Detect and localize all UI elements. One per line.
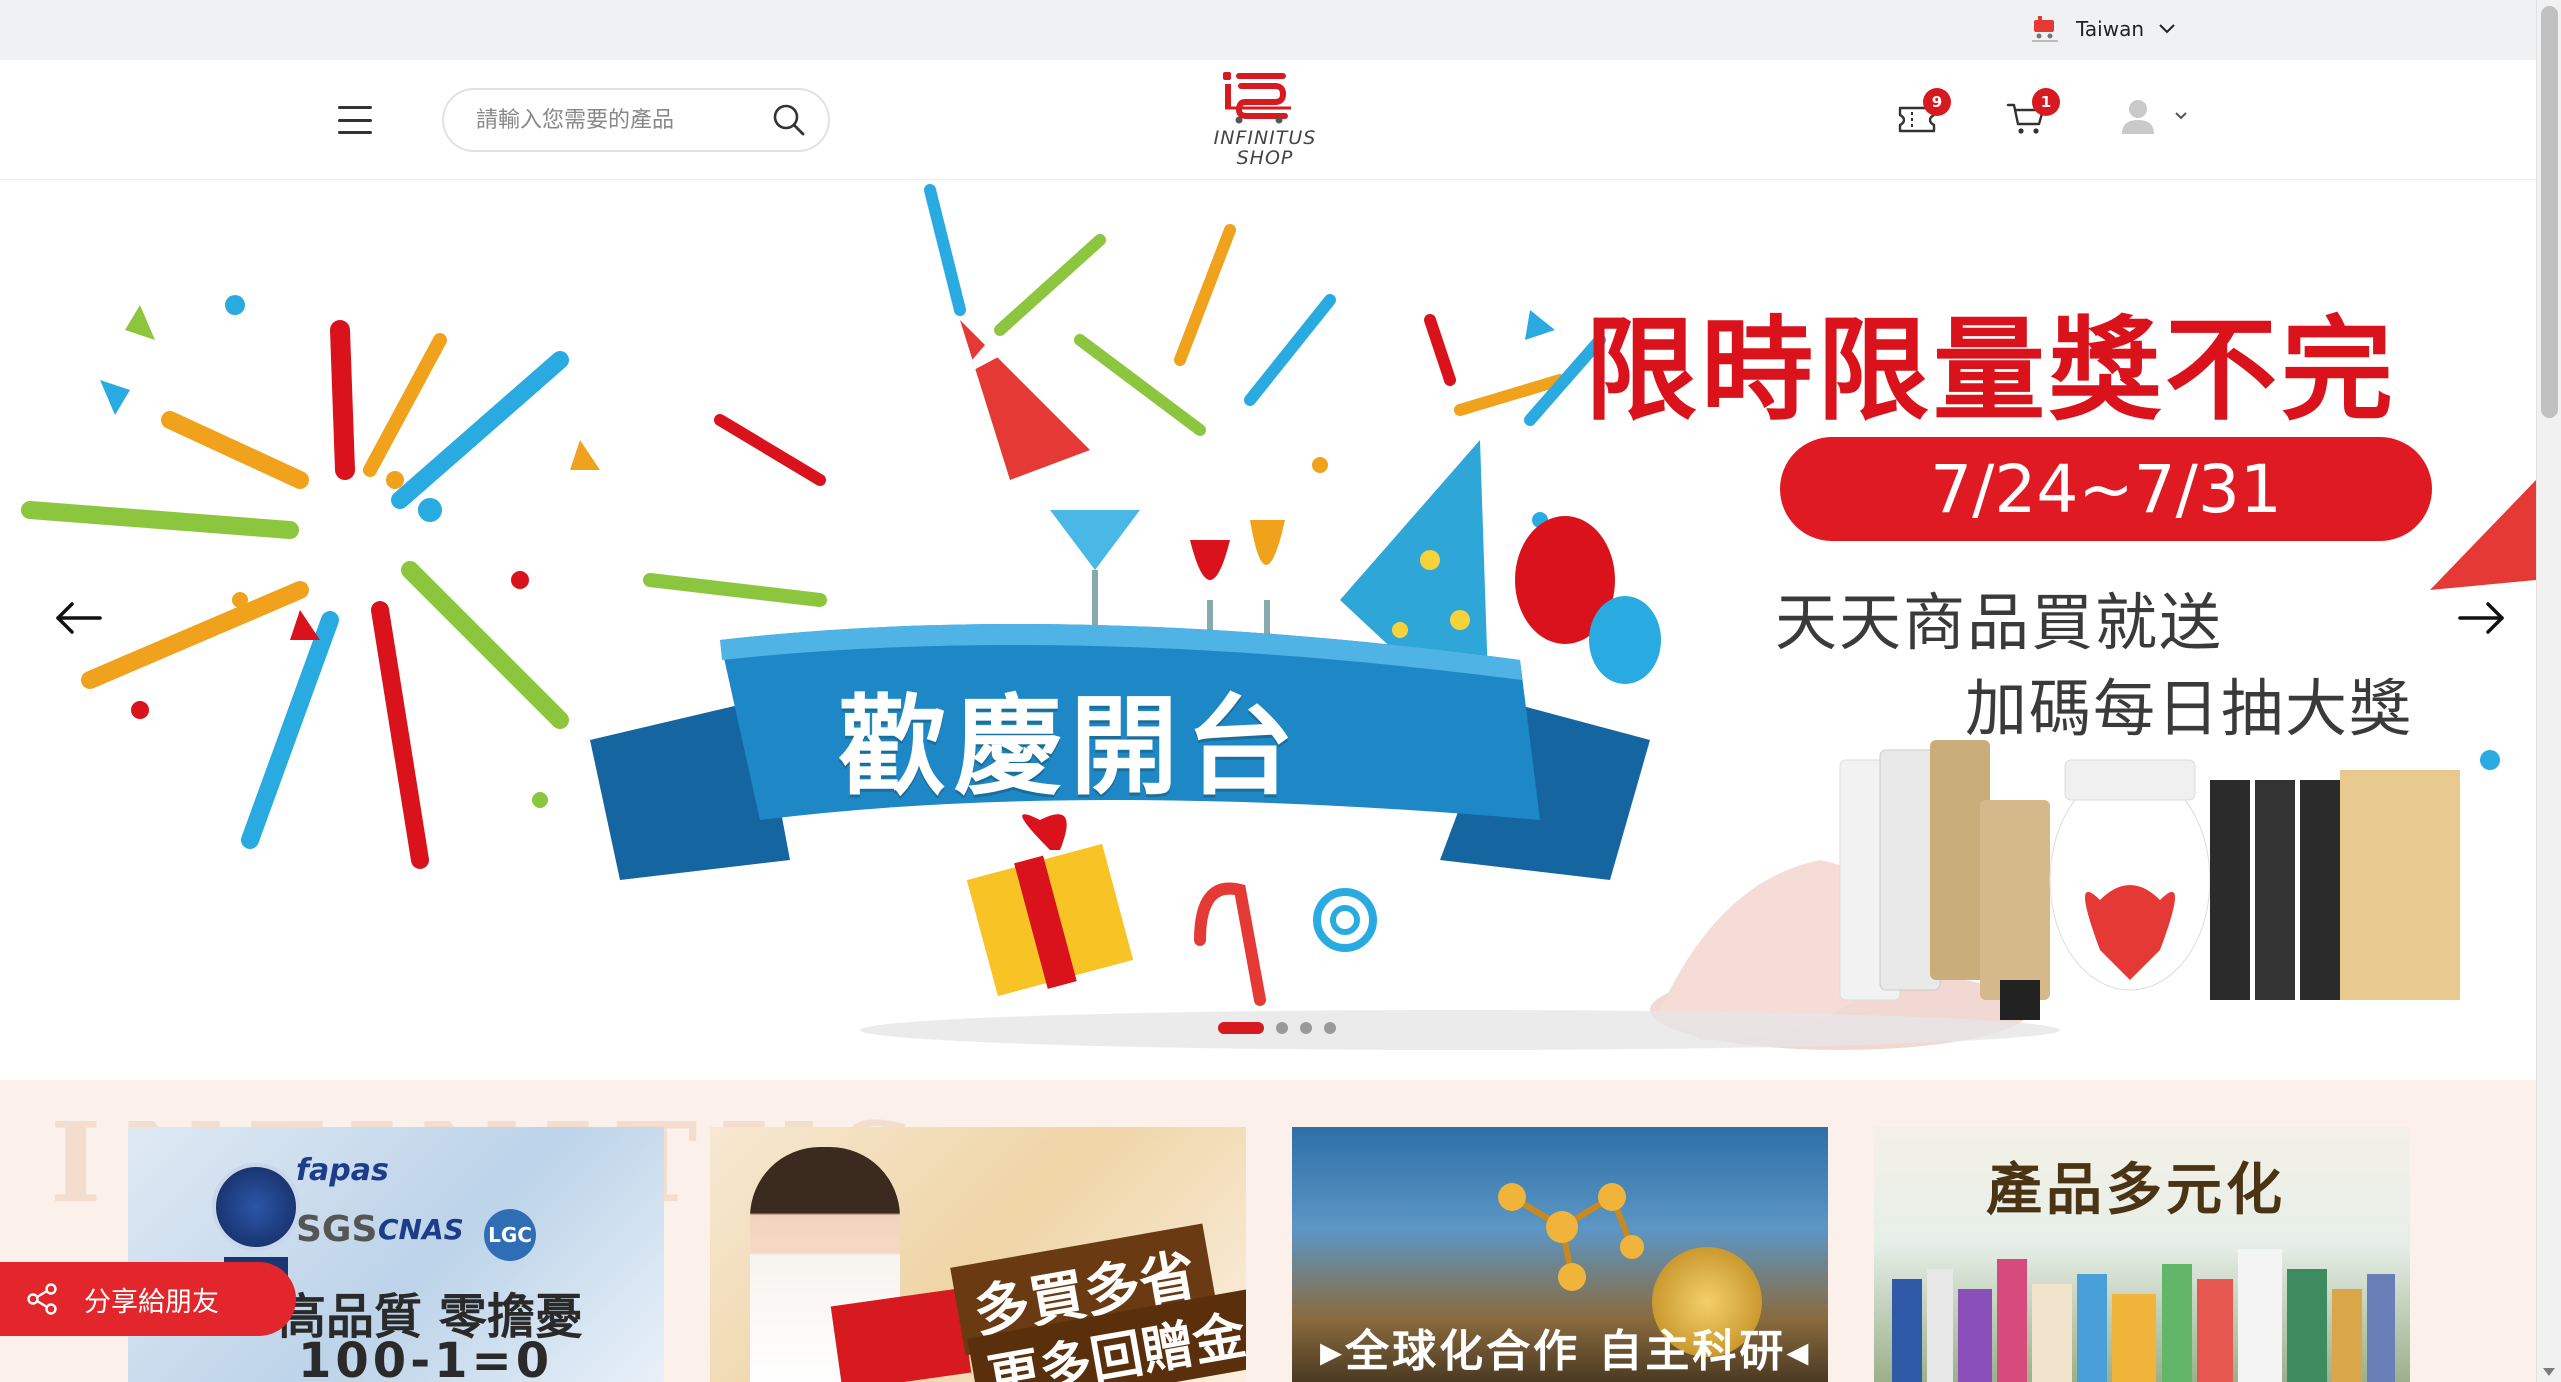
hero-line1: 天天商品買就送 — [1775, 586, 2224, 659]
hero-ribbon-text: 歡慶開台 — [838, 685, 1303, 810]
share-icon — [27, 1283, 57, 1315]
page-scrollbar[interactable] — [2536, 0, 2561, 1382]
carousel-prev-button[interactable] — [52, 598, 104, 638]
sgs-logo-text: SGS — [296, 1209, 378, 1250]
lgc-logo-text: LGC — [484, 1209, 536, 1261]
quality-award-seal-icon — [212, 1163, 300, 1251]
carousel-dot-4[interactable] — [1324, 1022, 1336, 1034]
cart-button[interactable]: 1 — [2006, 88, 2060, 144]
scrollbar-thumb[interactable] — [2541, 6, 2558, 418]
carousel-pagination — [1218, 1022, 1336, 1034]
locale-bar: Taiwan — [0, 0, 2536, 60]
search-input[interactable] — [476, 107, 772, 133]
chevron-down-icon[interactable] — [2158, 20, 2176, 38]
hero-carousel[interactable]: 限時限量獎不完 7/24~7/31 天天商品買就送 加碼每日抽大獎 歡慶開台 — [0, 180, 2536, 1080]
chevron-down-icon — [2175, 112, 2187, 120]
shopping-bag-icon — [830, 1288, 972, 1382]
promo-card-research[interactable]: ▸全球化合作 自主科研◂ — [1292, 1127, 1828, 1382]
region-selector[interactable]: Taiwan — [2028, 14, 2176, 44]
carousel-next-button[interactable] — [2456, 598, 2508, 638]
product-lineup-icon — [1892, 1249, 2395, 1382]
cnas-logo-text: CNAS — [378, 1213, 464, 1246]
cart-count-badge: 1 — [2032, 88, 2060, 116]
scroll-down-arrow-icon[interactable] — [2543, 1368, 2555, 1376]
firework-left — [21, 320, 569, 869]
share-button[interactable]: 分享給朋友 — [0, 1262, 296, 1336]
site-header: INFINITUS SHOP 9 1 — [0, 60, 2536, 180]
brand-logo[interactable]: INFINITUS SHOP — [1205, 68, 1325, 168]
user-avatar-icon — [2122, 100, 2154, 134]
promo-card-quality-subtitle: 100-1=0 — [298, 1333, 554, 1382]
carousel-dot-3[interactable] — [1300, 1022, 1312, 1034]
coupons-button[interactable]: 9 — [1897, 88, 1951, 144]
hero-title: 限時限量獎不完 — [1585, 306, 2397, 436]
shop-mini-logo-icon — [2032, 16, 2058, 42]
hamburger-menu-icon[interactable] — [338, 106, 372, 134]
arrow-right-icon — [2458, 602, 2504, 634]
search-box — [442, 88, 830, 152]
search-icon[interactable] — [772, 103, 806, 137]
molecule-icon — [1498, 1183, 1644, 1291]
brand-name-line2: SHOP — [1236, 147, 1294, 169]
arrow-left-icon — [56, 602, 102, 634]
carousel-dot-2[interactable] — [1276, 1022, 1288, 1034]
fapas-logo-text: fapas — [296, 1153, 389, 1188]
promo-card-quality[interactable]: fapas SGS CNAS LGC 高品質 零擔憂 100-1=0 — [128, 1127, 664, 1382]
promo-card-research-title: ▸全球化合作 自主科研◂ — [1320, 1326, 1812, 1377]
region-label[interactable]: Taiwan — [2076, 17, 2144, 41]
user-menu[interactable] — [2118, 96, 2188, 136]
hero-date-range: 7/24~7/31 — [1780, 437, 2432, 541]
share-label[interactable]: 分享給朋友 — [84, 1280, 219, 1319]
coupon-count-badge: 9 — [1923, 88, 1951, 116]
brand-name-line1: INFINITUS — [1213, 127, 1317, 149]
hero-line2: 加碼每日抽大獎 — [1965, 672, 2414, 745]
promo-card-products-title: 產品多元化 — [1986, 1158, 2286, 1223]
promo-card-savings[interactable]: 多買多省 更多回贈金 — [710, 1127, 1246, 1382]
brand-mark-icon — [1223, 72, 1291, 124]
promo-card-products[interactable]: 產品多元化 — [1874, 1127, 2410, 1382]
carousel-dot-1[interactable] — [1218, 1022, 1264, 1034]
promo-section: INFINITUS fapas SGS CNAS LGC 高品質 零擔憂 100… — [0, 1080, 2536, 1382]
